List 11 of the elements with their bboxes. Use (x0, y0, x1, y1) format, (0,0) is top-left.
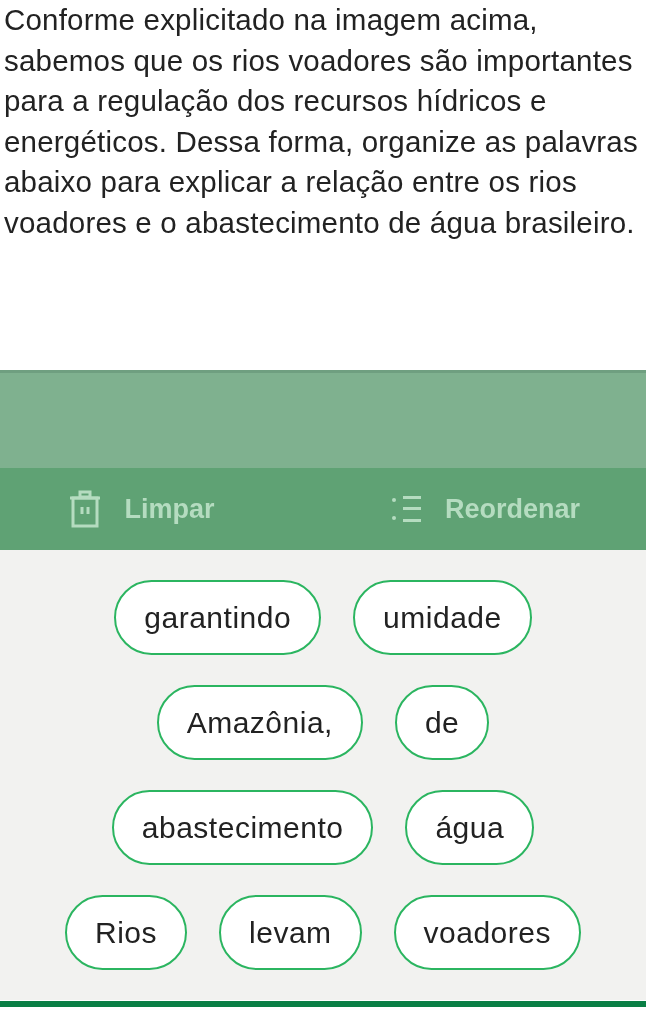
word-chip[interactable]: Amazônia, (156, 685, 363, 760)
word-chip[interactable]: levam (219, 895, 362, 970)
word-chip[interactable]: abastecimento (111, 790, 374, 865)
word-chip[interactable]: voadores (393, 895, 581, 970)
word-chip[interactable]: Rios (65, 895, 188, 970)
word-chip[interactable]: de (394, 685, 490, 760)
question-text: Conforme explicitado na imagem acima, sabemos que os rios voadores são importantes para a regulação dos recursos hídricos e energéticos. Dessa forma, organize as palavras abaixo para explicar a relação entre os rios voadores e o abastecimento de água brasileiro. (3, 2, 639, 241)
word-chip[interactable]: umidade (353, 580, 532, 655)
word-chip[interactable]: água (405, 790, 535, 865)
word-chip[interactable]: garantindo (114, 580, 322, 655)
trash-icon (68, 490, 103, 528)
